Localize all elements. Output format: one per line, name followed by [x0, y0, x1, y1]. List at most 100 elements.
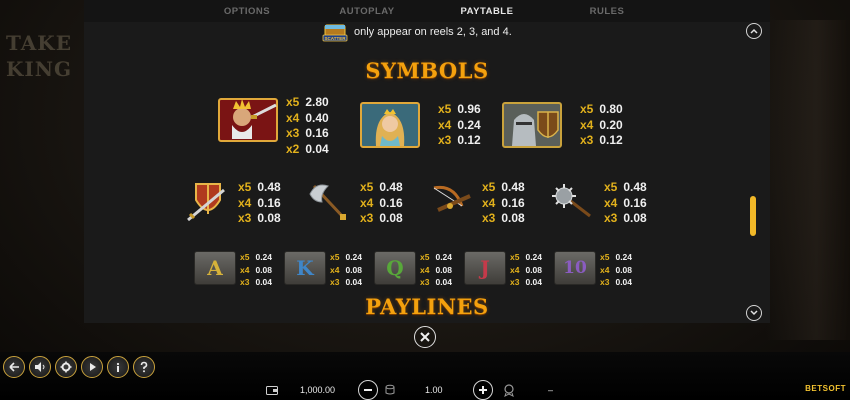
provider-logo: BETSOFT — [805, 384, 846, 393]
multiplier: x4 — [330, 264, 340, 275]
j-paytable: x5 0.24 x4 0.08 x3 0.04 — [510, 251, 542, 289]
crossbow-paytable: x5 0.48 x4 0.16 x3 0.08 — [482, 180, 525, 227]
multiplier: x5 — [330, 252, 340, 262]
back-button[interactable] — [3, 356, 25, 378]
wallet-icon — [266, 386, 278, 395]
sound-button[interactable] — [29, 356, 51, 378]
multiplier: x3 — [510, 277, 520, 287]
letter-10-tile: 10 — [554, 251, 596, 285]
symbol-j: J x5 0.24 x4 0.08 x3 0.04 — [464, 251, 542, 289]
payout: 0.24 — [525, 252, 543, 262]
payout: 0.96 — [457, 102, 481, 116]
question-icon — [140, 361, 148, 373]
symbol-axe: x5 0.48 x4 0.16 x3 0.08 — [306, 180, 403, 227]
mace-paytable: x5 0.48 x4 0.16 x3 0.08 — [604, 180, 647, 227]
autoplay-button[interactable] — [81, 356, 103, 378]
symbol-mace: x5 0.48 x4 0.16 x3 0.08 — [550, 180, 647, 227]
minus-icon — [364, 389, 372, 391]
payout: 0.24 — [345, 252, 363, 262]
settings-button[interactable] — [55, 356, 77, 378]
symbol-crossbow: x5 0.48 x4 0.16 x3 0.08 — [428, 180, 525, 227]
symbols-heading: SYMBOLS — [365, 58, 489, 83]
tab-options[interactable]: OPTIONS — [187, 0, 307, 22]
payout: 0.24 — [435, 252, 453, 262]
multiplier: x5 — [580, 102, 594, 116]
multiplier: x3 — [604, 211, 618, 225]
increase-bet-button[interactable] — [473, 380, 493, 400]
crossbow-icon — [433, 185, 471, 212]
ten-paytable: x5 0.24 x4 0.08 x3 0.04 — [600, 251, 632, 289]
payout: 0.48 — [257, 180, 281, 194]
close-icon — [420, 332, 430, 342]
close-paytable-button[interactable] — [414, 326, 436, 348]
chevron-down-icon — [750, 310, 758, 316]
multiplier: x5 — [286, 95, 300, 109]
scatter-chest-icon: SCATTER — [322, 24, 348, 42]
decrease-bet-button[interactable] — [358, 380, 378, 400]
multiplier: x3 — [420, 277, 430, 287]
symbol-k: K x5 0.24 x4 0.08 x3 0.04 — [284, 251, 362, 289]
shield-sword-icon — [187, 183, 225, 222]
payout: 0.16 — [379, 195, 403, 210]
payout: 0.48 — [501, 180, 525, 194]
paytable-panel: OPTIONS AUTOPLAY PAYTABLE RULES SCATTER … — [84, 0, 770, 323]
payout: 0.24 — [457, 117, 481, 132]
tab-rules[interactable]: RULES — [547, 0, 667, 22]
multiplier: x4 — [604, 195, 618, 210]
payout: 0.48 — [379, 180, 403, 194]
spiked-mace-icon — [552, 184, 591, 218]
paylines-heading: PAYLINES — [365, 294, 489, 319]
letter-q-tile: Q — [374, 251, 416, 285]
payout: 0.04 — [525, 277, 543, 287]
multiplier: x3 — [482, 211, 496, 225]
speaker-icon — [35, 362, 45, 372]
help-button[interactable] — [133, 356, 155, 378]
multiplier: x5 — [438, 102, 452, 116]
scroll-up-button[interactable] — [746, 23, 762, 39]
scroll-down-button[interactable] — [746, 305, 762, 321]
multiplier: x4 — [580, 117, 594, 132]
letter-k-tile: K — [284, 251, 326, 285]
payout: 0.16 — [623, 195, 647, 210]
plus-icon — [479, 386, 487, 394]
king-paytable: x5 2.80 x4 0.40 x3 0.16 x2 0.04 — [286, 95, 329, 157]
back-arrow-icon — [9, 362, 19, 372]
payout: 0.48 — [623, 180, 647, 194]
multiplier: x5 — [420, 252, 430, 262]
payout: 0.12 — [457, 133, 481, 147]
payout: 0.08 — [525, 264, 543, 275]
letter-j-tile: J — [464, 251, 506, 285]
symbol-shield: x5 0.48 x4 0.16 x3 0.08 — [184, 180, 281, 227]
queen-symbol-icon — [360, 102, 420, 148]
shield-paytable: x5 0.48 x4 0.16 x3 0.08 — [238, 180, 281, 227]
payout: 0.08 — [623, 211, 647, 225]
payout: 0.08 — [255, 264, 273, 275]
symbol-queen: x5 0.96 x4 0.24 x3 0.12 — [360, 102, 481, 149]
tab-paytable[interactable]: PAYTABLE — [427, 0, 547, 22]
info-button[interactable] — [107, 356, 129, 378]
gear-icon — [60, 361, 72, 373]
payout: 0.16 — [305, 126, 329, 140]
payout: 0.12 — [599, 133, 623, 147]
multiplier: x4 — [510, 264, 520, 275]
multiplier: x5 — [604, 180, 618, 194]
symbol-q: Q x5 0.24 x4 0.08 x3 0.04 — [374, 251, 452, 289]
multiplier: x5 — [238, 180, 252, 194]
multiplier: x5 — [482, 180, 496, 194]
scrollbar-thumb[interactable] — [750, 196, 756, 236]
axe-paytable: x5 0.48 x4 0.16 x3 0.08 — [360, 180, 403, 227]
multiplier: x5 — [600, 252, 610, 262]
svg-text:SCATTER: SCATTER — [325, 36, 347, 41]
multiplier: x5 — [360, 180, 374, 194]
multiplier: x4 — [438, 117, 452, 132]
payout: 0.08 — [257, 211, 281, 225]
knight-symbol-icon — [502, 102, 562, 148]
multiplier: x4 — [238, 195, 252, 210]
payout: 0.04 — [305, 141, 329, 156]
symbol-a: A x5 0.24 x4 0.08 x3 0.04 — [194, 251, 272, 289]
tab-autoplay[interactable]: AUTOPLAY — [307, 0, 427, 22]
info-icon — [116, 362, 120, 372]
payout: 0.04 — [615, 277, 633, 287]
multiplier: x5 — [510, 252, 520, 262]
multiplier: x4 — [240, 264, 250, 275]
